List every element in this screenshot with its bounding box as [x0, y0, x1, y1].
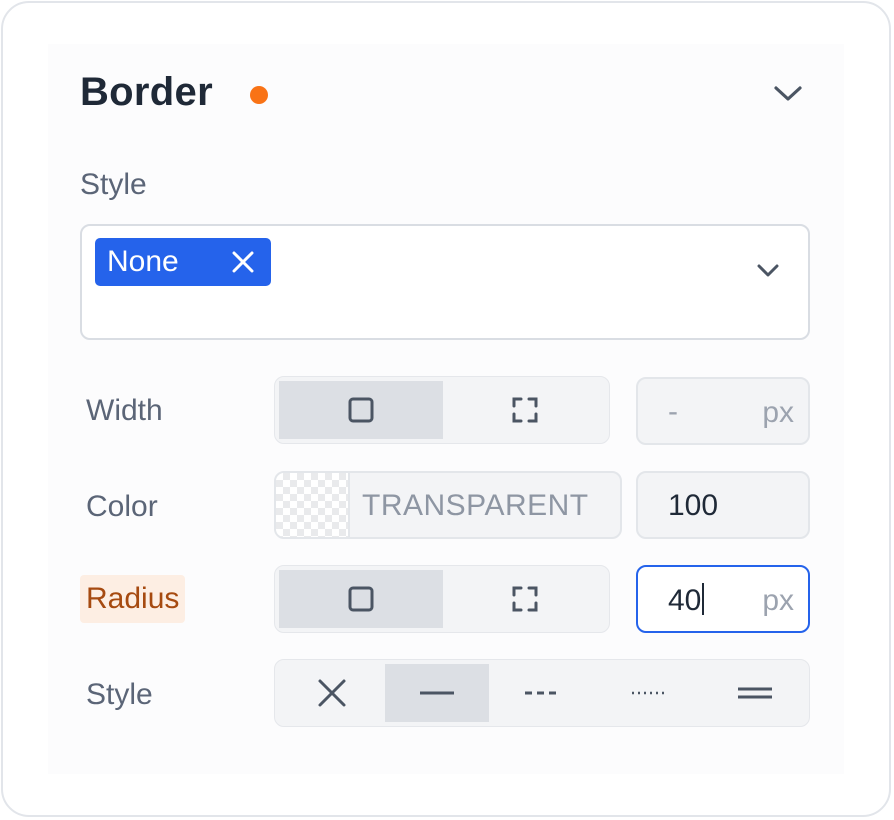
width-input[interactable]: - px	[636, 377, 810, 445]
width-unit: px	[762, 396, 794, 429]
radius-value: 40	[668, 584, 702, 617]
border-style-dashed-option[interactable]	[489, 664, 593, 722]
remove-chip-icon[interactable]	[231, 250, 255, 274]
opacity-input[interactable]: 100	[636, 471, 810, 539]
width-all-sides-option[interactable]	[279, 381, 443, 439]
dashed-line-icon	[525, 691, 557, 695]
radius-mode-toggle	[274, 565, 610, 633]
color-value: TRANSPARENT	[362, 489, 589, 522]
border-style-solid-option[interactable]	[385, 664, 489, 722]
individual-sides-icon	[512, 397, 538, 423]
style-select-label: Style	[80, 168, 147, 201]
section-title: Border	[80, 70, 213, 114]
radius-unit: px	[762, 584, 794, 617]
radius-input[interactable]: 40 px	[636, 565, 810, 633]
border-style-label: Style	[86, 678, 153, 711]
all-corners-icon	[348, 586, 374, 612]
style-select[interactable]: None	[80, 224, 810, 340]
border-style-dotted-option[interactable]	[593, 664, 703, 722]
color-swatch[interactable]	[276, 473, 350, 537]
individual-corners-icon	[512, 586, 538, 612]
width-value: -	[668, 395, 678, 428]
opacity-value: 100	[668, 489, 719, 522]
solid-line-icon	[420, 691, 454, 695]
color-label: Color	[86, 490, 158, 523]
border-style-double-option[interactable]	[703, 664, 807, 722]
dotted-line-icon	[632, 691, 664, 695]
width-mode-toggle	[274, 376, 610, 444]
width-individual-sides-option[interactable]	[443, 381, 607, 439]
radius-all-corners-option[interactable]	[279, 570, 443, 628]
double-line-icon	[738, 687, 772, 699]
text-caret	[702, 583, 705, 615]
color-field[interactable]: TRANSPARENT	[274, 471, 622, 539]
chevron-down-icon[interactable]	[754, 258, 782, 282]
modified-indicator-dot	[250, 86, 268, 104]
radius-label: Radius	[80, 575, 186, 623]
collapse-button[interactable]	[768, 76, 808, 112]
all-sides-icon	[348, 397, 374, 423]
border-style-none-option[interactable]	[279, 664, 385, 722]
width-label: Width	[86, 394, 163, 427]
radius-individual-corners-option[interactable]	[443, 570, 607, 628]
chip-label: None	[107, 245, 179, 278]
border-style-toggle	[274, 659, 810, 727]
chevron-down-icon	[774, 86, 802, 101]
selected-chip: None	[95, 238, 271, 286]
close-icon	[318, 679, 346, 707]
